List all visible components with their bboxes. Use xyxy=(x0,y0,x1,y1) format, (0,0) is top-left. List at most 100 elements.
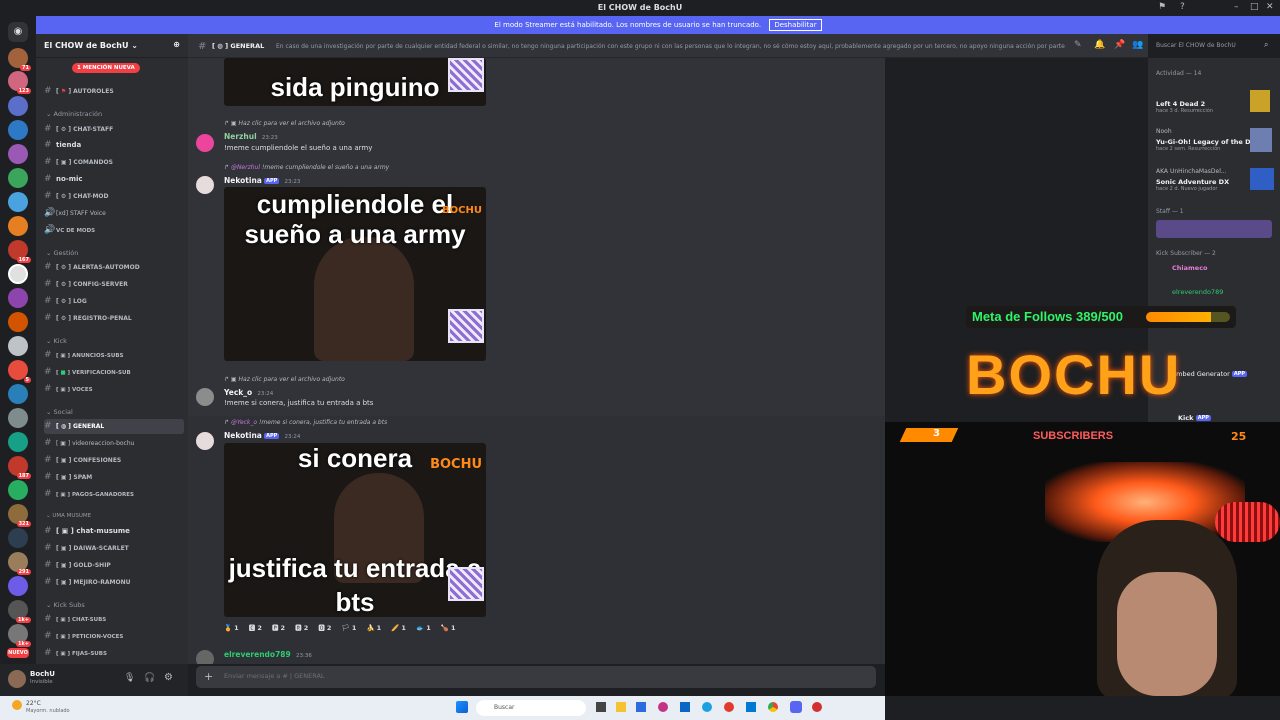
discord-home-icon[interactable]: ◉ xyxy=(8,22,28,42)
avatar[interactable] xyxy=(8,670,26,688)
server-icon[interactable]: 71 xyxy=(8,48,31,71)
message-author[interactable]: elreverendo789 xyxy=(224,650,291,659)
channel-gold-ship[interactable]: #[ ▣ ] GOLD-SHIP xyxy=(44,558,184,573)
activity-item[interactable]: Left 4 Dead 2 hace 3 d. Resurrección xyxy=(1156,100,1213,114)
channel-chat-staff[interactable]: #[ ⚙ ] CHAT-STAFF xyxy=(44,122,184,137)
server-icon[interactable]: 1k+ xyxy=(8,624,31,647)
avatar[interactable] xyxy=(196,432,214,450)
voice-vc-mods[interactable]: 🔊VC DE MODS xyxy=(44,223,184,238)
server-icon[interactable] xyxy=(8,192,28,212)
inbox-icon[interactable]: ⚑ xyxy=(1158,2,1166,12)
server-icon[interactable]: 5 xyxy=(8,360,31,383)
server-icon[interactable]: 1k+ xyxy=(8,600,31,623)
file-explorer-icon[interactable] xyxy=(616,702,626,712)
channel-fijas[interactable]: #[ ▣ ] FIJAS-SUBS xyxy=(44,646,184,661)
reaction[interactable]: 🏅 1 xyxy=(224,624,239,632)
channel-chat-subs[interactable]: #[ ▣ ] CHAT-SUBS xyxy=(44,612,184,627)
channel-daiwa[interactable]: #[ ▣ ] DAIWA-SCARLET xyxy=(44,541,184,556)
weather-icon[interactable] xyxy=(12,700,22,710)
app-icon[interactable] xyxy=(724,702,734,712)
add-member-icon[interactable]: ⊕ xyxy=(173,40,180,49)
headphones-icon[interactable]: 🎧 xyxy=(144,673,155,683)
category-uma[interactable]: ⌄ UMA MUSUME xyxy=(46,513,91,519)
channel-chat-musume[interactable]: #[ ▣ ] chat-musume xyxy=(44,524,184,539)
category-kick-subs[interactable]: ⌄ Kick Subs xyxy=(46,601,85,609)
app-icon[interactable] xyxy=(680,702,690,712)
chrome-icon[interactable] xyxy=(768,702,778,712)
channel-mejiro[interactable]: #[ ▣ ] MEJIRO-RAMONU xyxy=(44,575,184,590)
meme-image[interactable]: cumpliendole el sueño a una army BOCHU xyxy=(224,187,486,361)
windows-start-icon[interactable] xyxy=(456,701,468,713)
message-input[interactable]: Enviar mensaje a # | GENERAL xyxy=(196,666,876,688)
activity-user[interactable]: AKA UnHinchaMasDel... xyxy=(1156,168,1227,175)
close-icon[interactable]: ✕ xyxy=(1266,2,1274,12)
channel-autoroles[interactable]: #[ ⚑ ] AUTOROLES xyxy=(44,84,184,99)
reaction[interactable]: 🥖 1 xyxy=(391,624,406,632)
avatar[interactable] xyxy=(196,176,214,194)
add-attachment-icon[interactable]: + xyxy=(204,670,213,683)
server-icon-active[interactable] xyxy=(8,264,28,284)
channel-config[interactable]: #[ ⚙ ] CONFIG-SERVER xyxy=(44,277,184,292)
reaction[interactable]: 🍌 1 xyxy=(366,624,381,632)
message-author[interactable]: Yeck_o xyxy=(224,388,252,397)
channel-videoreaccion[interactable]: #[ ▣ ] videoreaccion-bochu xyxy=(44,436,184,451)
reaction[interactable]: 🍗 1 xyxy=(441,624,456,632)
channel-no-mic[interactable]: # no-mic xyxy=(44,172,184,187)
server-icon[interactable] xyxy=(8,120,28,140)
server-icon[interactable] xyxy=(8,480,28,500)
channel-registro[interactable]: #[ ⚙ ] REGISTRO-PENAL xyxy=(44,311,184,326)
app-icon[interactable] xyxy=(746,702,756,712)
settings-gear-icon[interactable]: ⚙ xyxy=(164,672,173,683)
message-author[interactable]: Nekotina xyxy=(224,176,262,185)
reaction[interactable]: 🅲 2 xyxy=(249,624,262,632)
server-icon[interactable] xyxy=(8,432,28,452)
channel-anuncios-subs[interactable]: #[ ▣ ] ANUNCIOS-SUBS xyxy=(44,348,184,363)
server-icon[interactable] xyxy=(8,528,28,548)
minimize-icon[interactable]: – xyxy=(1234,2,1239,12)
server-icon[interactable]: 167 xyxy=(8,240,31,263)
channel-peticion[interactable]: #[ ▣ ] PETICION-VOCES xyxy=(44,629,184,644)
avatar[interactable] xyxy=(196,134,214,152)
message-author[interactable]: Nekotina xyxy=(224,431,262,440)
search-icon[interactable]: ⌕ xyxy=(1264,40,1268,50)
reaction[interactable]: 🏳 1 xyxy=(342,624,357,632)
help-icon[interactable]: ? xyxy=(1180,2,1185,12)
avatar[interactable] xyxy=(196,388,214,406)
server-icon[interactable]: 187 xyxy=(8,456,31,479)
category-kick[interactable]: ⌄ Kick xyxy=(46,337,67,345)
channel-pagos[interactable]: #[ ▣ ] PAGOS-GANADORES xyxy=(44,487,184,502)
server-icon[interactable] xyxy=(8,168,28,188)
task-view-icon[interactable] xyxy=(596,702,606,712)
channel-comandos[interactable]: #[ ▣ ] COMANDOS xyxy=(44,155,184,170)
message-author[interactable]: Nerzhul xyxy=(224,132,257,141)
meme-image[interactable]: sida pinguino xyxy=(224,58,486,106)
server-icon[interactable] xyxy=(8,144,28,164)
channel-voces[interactable]: #[ ▣ ] VOCES xyxy=(44,382,184,397)
member-name[interactable]: elreverendo789 xyxy=(1172,288,1223,296)
taskbar-search[interactable]: Buscar xyxy=(476,700,586,716)
app-icon[interactable] xyxy=(658,702,668,712)
search-input[interactable]: Buscar El CHOW de BochU xyxy=(1150,38,1274,54)
voice-staff[interactable]: 🔊[xd] STAFF Voice xyxy=(44,206,184,221)
server-header[interactable]: El CHOW de BochU ⌄ ⊕ xyxy=(36,34,188,58)
channel-log[interactable]: #[ ⚙ ] LOG xyxy=(44,294,184,309)
server-icon[interactable] xyxy=(8,288,28,308)
category-gestion[interactable]: ⌄ Gestión xyxy=(46,249,78,257)
discord-taskbar-icon[interactable] xyxy=(790,701,802,713)
new-server-badge[interactable]: NUEVO xyxy=(7,648,29,658)
notification-icon[interactable]: 🔔 xyxy=(1094,40,1105,50)
channel-tienda[interactable]: # tienda xyxy=(44,138,184,153)
server-icon[interactable] xyxy=(8,408,28,428)
server-icon[interactable] xyxy=(8,216,28,236)
mic-icon[interactable]: 🎙 xyxy=(124,673,135,683)
members-icon[interactable]: 👥 xyxy=(1132,40,1143,50)
server-icon[interactable]: 123 xyxy=(8,71,31,94)
avatar[interactable] xyxy=(196,650,214,664)
category-administracion[interactable]: ⌄ Administración xyxy=(46,110,102,118)
channel-alertas[interactable]: #[ ⚙ ] ALERTAS-AUTOMOD xyxy=(44,260,184,275)
pin-icon[interactable]: 📌 xyxy=(1114,40,1125,50)
disable-streamer-button[interactable]: Deshabilitar xyxy=(769,19,822,31)
reaction[interactable]: 🐟 1 xyxy=(416,624,431,632)
category-social[interactable]: ⌄ Social xyxy=(46,408,73,416)
server-icon[interactable] xyxy=(8,576,28,596)
